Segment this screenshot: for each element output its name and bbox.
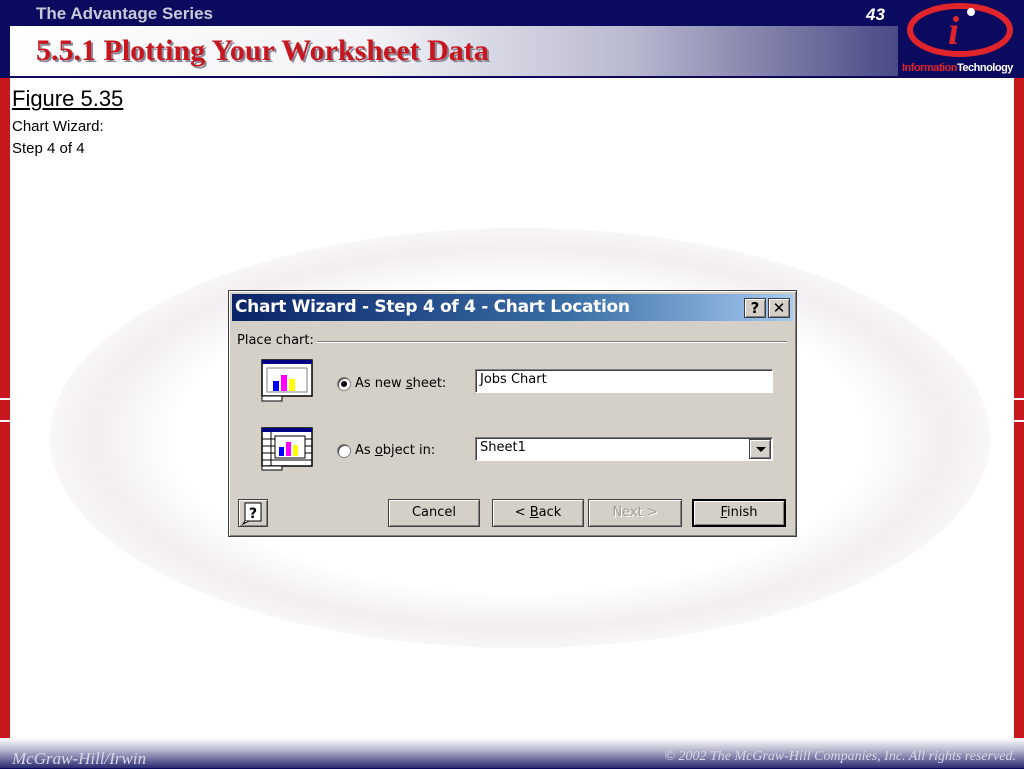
label-text: As	[355, 443, 375, 458]
figure-caption: Chart Wizard: Step 4 of 4	[12, 116, 104, 160]
close-icon: ✕	[772, 299, 786, 317]
chart-sheet-icon	[261, 359, 313, 402]
chart-wizard-dialog: Chart Wizard - Step 4 of 4 - Chart Locat…	[228, 290, 797, 537]
svg-text:i: i	[948, 8, 959, 53]
group-divider	[317, 341, 787, 343]
copyright-notice: © 2002 The McGraw-Hill Companies, Inc. A…	[664, 749, 1016, 764]
question-icon: ?	[750, 299, 760, 317]
place-chart-label: Place chart:	[237, 333, 314, 348]
left-red-bar	[0, 78, 10, 738]
help-title-button[interactable]: ?	[744, 298, 766, 318]
next-button[interactable]: Next >	[588, 499, 682, 527]
object-in-combo[interactable]: Sheet1	[475, 437, 773, 461]
right-notch	[1014, 420, 1024, 422]
logo-text-red: Information	[902, 62, 958, 74]
svg-text:?: ?	[249, 506, 257, 522]
series-title: The Advantage Series	[36, 4, 213, 23]
finish-button[interactable]: Finish	[692, 499, 786, 527]
new-sheet-label[interactable]: As new sheet:	[355, 376, 446, 391]
caption-line: Step 4 of 4	[12, 140, 85, 157]
embedded-chart-icon	[261, 427, 313, 471]
right-notch	[1014, 398, 1024, 400]
label-text: bject in:	[382, 443, 436, 458]
new-sheet-name-input[interactable]: Jobs Chart	[475, 369, 773, 393]
accel-key: B	[529, 505, 539, 520]
right-red-bar	[1014, 78, 1024, 738]
object-in-value: Sheet1	[480, 440, 526, 455]
button-text: <	[514, 505, 530, 520]
cancel-button[interactable]: Cancel	[388, 499, 480, 527]
close-button[interactable]: ✕	[768, 298, 790, 318]
dropdown-arrow-icon[interactable]	[749, 439, 771, 459]
office-assistant-button[interactable]: ?	[238, 499, 268, 527]
accel-key: s	[405, 376, 413, 391]
button-text: inish	[727, 505, 758, 520]
left-notch	[0, 398, 10, 400]
page-number: 43	[866, 5, 885, 24]
object-in-radio[interactable]	[337, 444, 351, 458]
help-assistant-icon: ?	[241, 502, 262, 526]
dialog-title: Chart Wizard - Step 4 of 4 - Chart Locat…	[235, 297, 630, 317]
slide-title: 5.5.1 Plotting Your Worksheet Data	[36, 34, 489, 67]
new-sheet-radio[interactable]	[337, 377, 351, 391]
logo-text-white: Technology	[957, 62, 1013, 74]
left-notch	[0, 420, 10, 422]
object-in-label[interactable]: As object in:	[355, 443, 435, 458]
caption-line: Chart Wizard:	[12, 118, 104, 135]
button-text: ack	[538, 505, 562, 520]
accel-key: o	[374, 443, 383, 458]
back-button[interactable]: < Back	[492, 499, 584, 527]
logo-swoosh-icon: i	[907, 3, 1013, 57]
figure-label: Figure 5.35	[12, 86, 124, 111]
label-text: heet:	[412, 376, 447, 391]
logo-text: InformationTechnology	[902, 62, 1013, 74]
dialog-titlebar[interactable]: Chart Wizard - Step 4 of 4 - Chart Locat…	[232, 294, 793, 321]
publisher-name: McGraw-Hill/Irwin	[12, 749, 147, 768]
label-text: As new	[355, 376, 406, 391]
